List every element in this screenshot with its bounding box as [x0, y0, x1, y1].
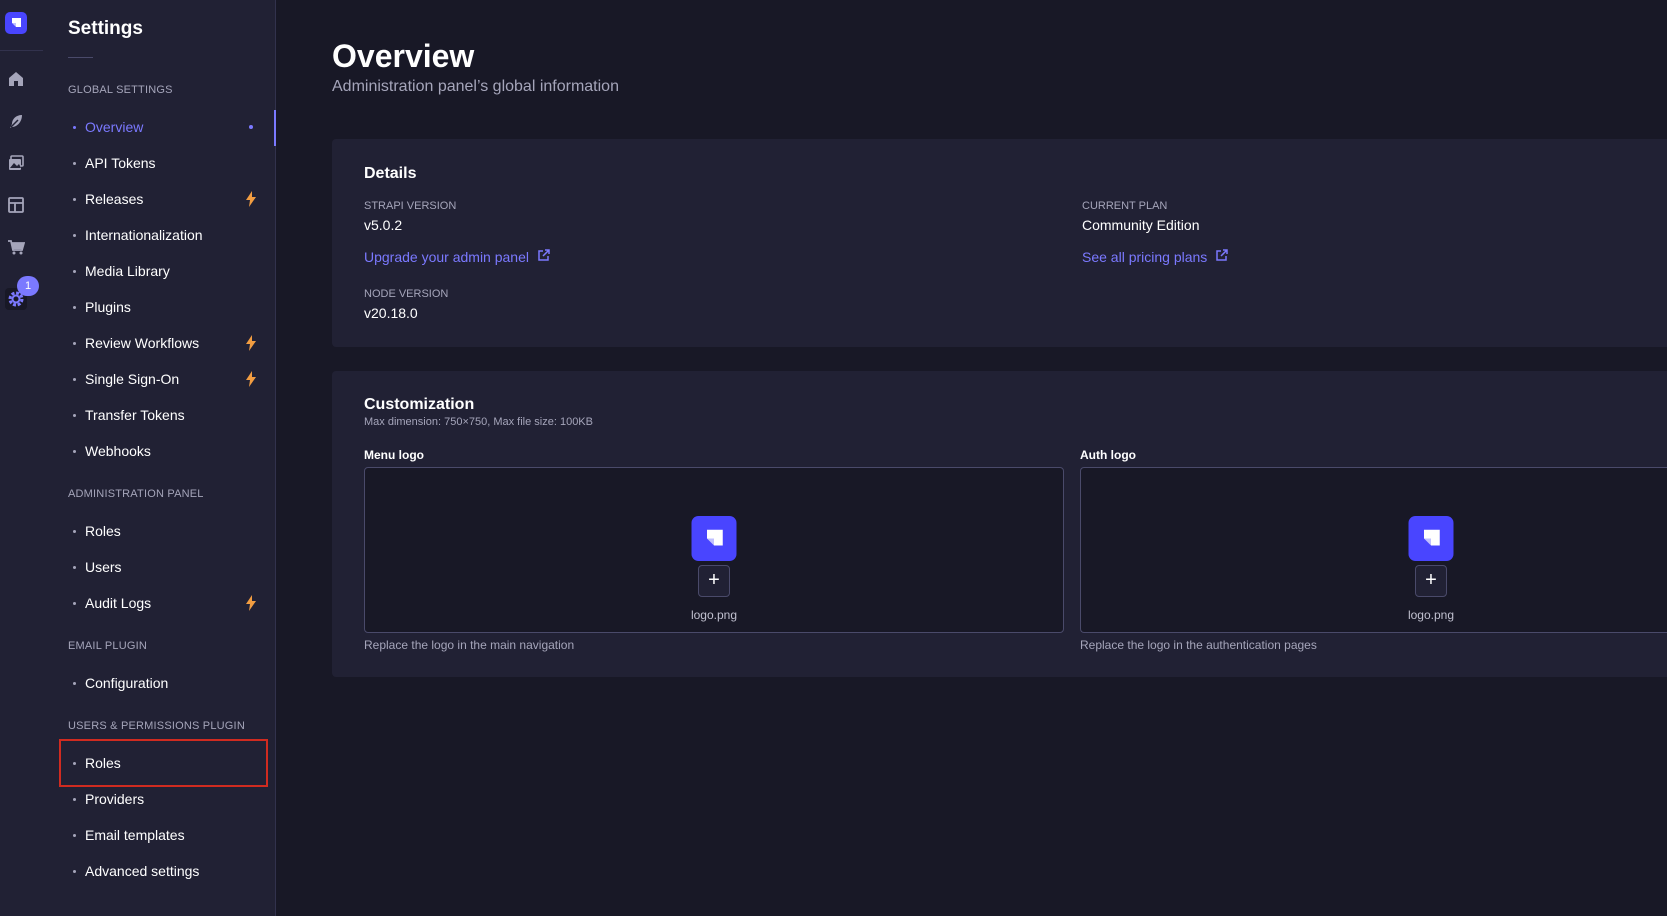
sidebar-item-configuration[interactable]: Configuration [59, 666, 275, 700]
strapi-version-label: STRAPI VERSION [364, 200, 457, 212]
strapi-logo-icon[interactable] [5, 12, 27, 34]
customization-card: Customization Max dimension: 750×750, Ma… [332, 371, 1667, 677]
strapi-logo-icon [691, 516, 737, 561]
sidebar-item-providers[interactable]: Providers [59, 782, 275, 816]
auth-logo-hint: Replace the logo in the authentication p… [1080, 638, 1317, 652]
sidebar-item-transfer-tokens[interactable]: Transfer Tokens [59, 398, 275, 432]
section-global-settings: GLOBAL SETTINGS [68, 84, 173, 96]
main-nav-rail: 1 [0, 0, 44, 916]
pricing-plans-link-label: See all pricing plans [1082, 249, 1208, 265]
external-link-icon [1215, 249, 1229, 265]
lightning-icon [243, 335, 259, 351]
strapi-version-value: v5.0.2 [364, 217, 403, 233]
upgrade-admin-link[interactable]: Upgrade your admin panel [364, 249, 550, 265]
active-dot-icon [243, 119, 259, 135]
details-heading: Details [364, 165, 417, 182]
add-auth-logo-button[interactable]: + [1415, 565, 1447, 597]
upgrade-admin-link-label: Upgrade your admin panel [364, 249, 529, 265]
sidebar-item-advanced-settings[interactable]: Advanced settings [59, 854, 275, 888]
pricing-plans-link[interactable]: See all pricing plans [1082, 249, 1229, 265]
sidebar-item-roles[interactable]: Roles [59, 514, 275, 548]
auth-logo-filename: logo.png [1407, 608, 1455, 622]
lightning-icon [243, 595, 259, 611]
menu-logo-dropzone[interactable]: + logo.png [364, 467, 1064, 633]
current-plan-label: CURRENT PLAN [1082, 200, 1168, 212]
auth-logo-dropzone[interactable]: + logo.png [1080, 467, 1667, 633]
sidebar-item-overview[interactable]: Overview [59, 110, 276, 146]
notification-badge: 1 [17, 276, 39, 296]
title-divider [68, 57, 93, 58]
node-version-value: v20.18.0 [364, 305, 418, 321]
menu-logo-filename: logo.png [690, 608, 738, 622]
sidebar-item-internationalization[interactable]: Internationalization [59, 218, 275, 252]
sidebar-item-media-library[interactable]: Media Library [59, 254, 275, 288]
page-title: Overview [332, 38, 475, 74]
sidebar-item-users[interactable]: Users [59, 550, 275, 584]
auth-logo-label: Auth logo [1080, 448, 1136, 462]
sidebar-title: Settings [68, 18, 143, 39]
add-menu-logo-button[interactable]: + [698, 565, 730, 597]
cart-icon[interactable] [5, 236, 27, 258]
lightning-icon [243, 371, 259, 387]
lightning-icon [243, 191, 259, 207]
feather-icon[interactable] [5, 110, 27, 132]
customization-subheading: Max dimension: 750×750, Max file size: 1… [364, 416, 593, 428]
sidebar-item-review-workflows[interactable]: Review Workflows [59, 326, 275, 360]
sidebar-item-webhooks[interactable]: Webhooks [59, 434, 275, 468]
external-link-icon [537, 249, 550, 265]
sidebar-item-up-roles[interactable]: Roles [59, 746, 275, 780]
media-icon[interactable] [5, 152, 27, 174]
sidebar-item-api-tokens[interactable]: API Tokens [59, 146, 275, 180]
sidebar-item-plugins[interactable]: Plugins [59, 290, 275, 324]
section-email-plugin: EMAIL PLUGIN [68, 640, 148, 652]
sidebar-item-audit-logs[interactable]: Audit Logs [59, 586, 275, 620]
rail-divider [0, 50, 43, 51]
node-version-label: NODE VERSION [364, 288, 449, 300]
section-users-permissions-plugin: USERS & PERMISSIONS PLUGIN [68, 720, 245, 732]
current-plan-value: Community Edition [1082, 217, 1200, 233]
layout-icon[interactable] [5, 194, 27, 216]
menu-logo-label: Menu logo [364, 448, 424, 462]
strapi-logo-icon [1408, 516, 1454, 561]
settings-sidebar: Settings GLOBAL SETTINGS Overview API To… [43, 0, 276, 916]
customization-heading: Customization [364, 396, 475, 413]
section-administration-panel: ADMINISTRATION PANEL [68, 488, 204, 500]
home-icon[interactable] [5, 68, 27, 90]
sidebar-item-email-templates[interactable]: Email templates [59, 818, 275, 852]
sidebar-item-single-sign-on[interactable]: Single Sign-On [59, 362, 275, 396]
page-subtitle: Administration panel’s global informatio… [332, 78, 619, 95]
details-card: Details STRAPI VERSION v5.0.2 Upgrade yo… [332, 139, 1667, 347]
sidebar-item-releases[interactable]: Releases [59, 182, 275, 216]
menu-logo-hint: Replace the logo in the main navigation [364, 638, 575, 652]
